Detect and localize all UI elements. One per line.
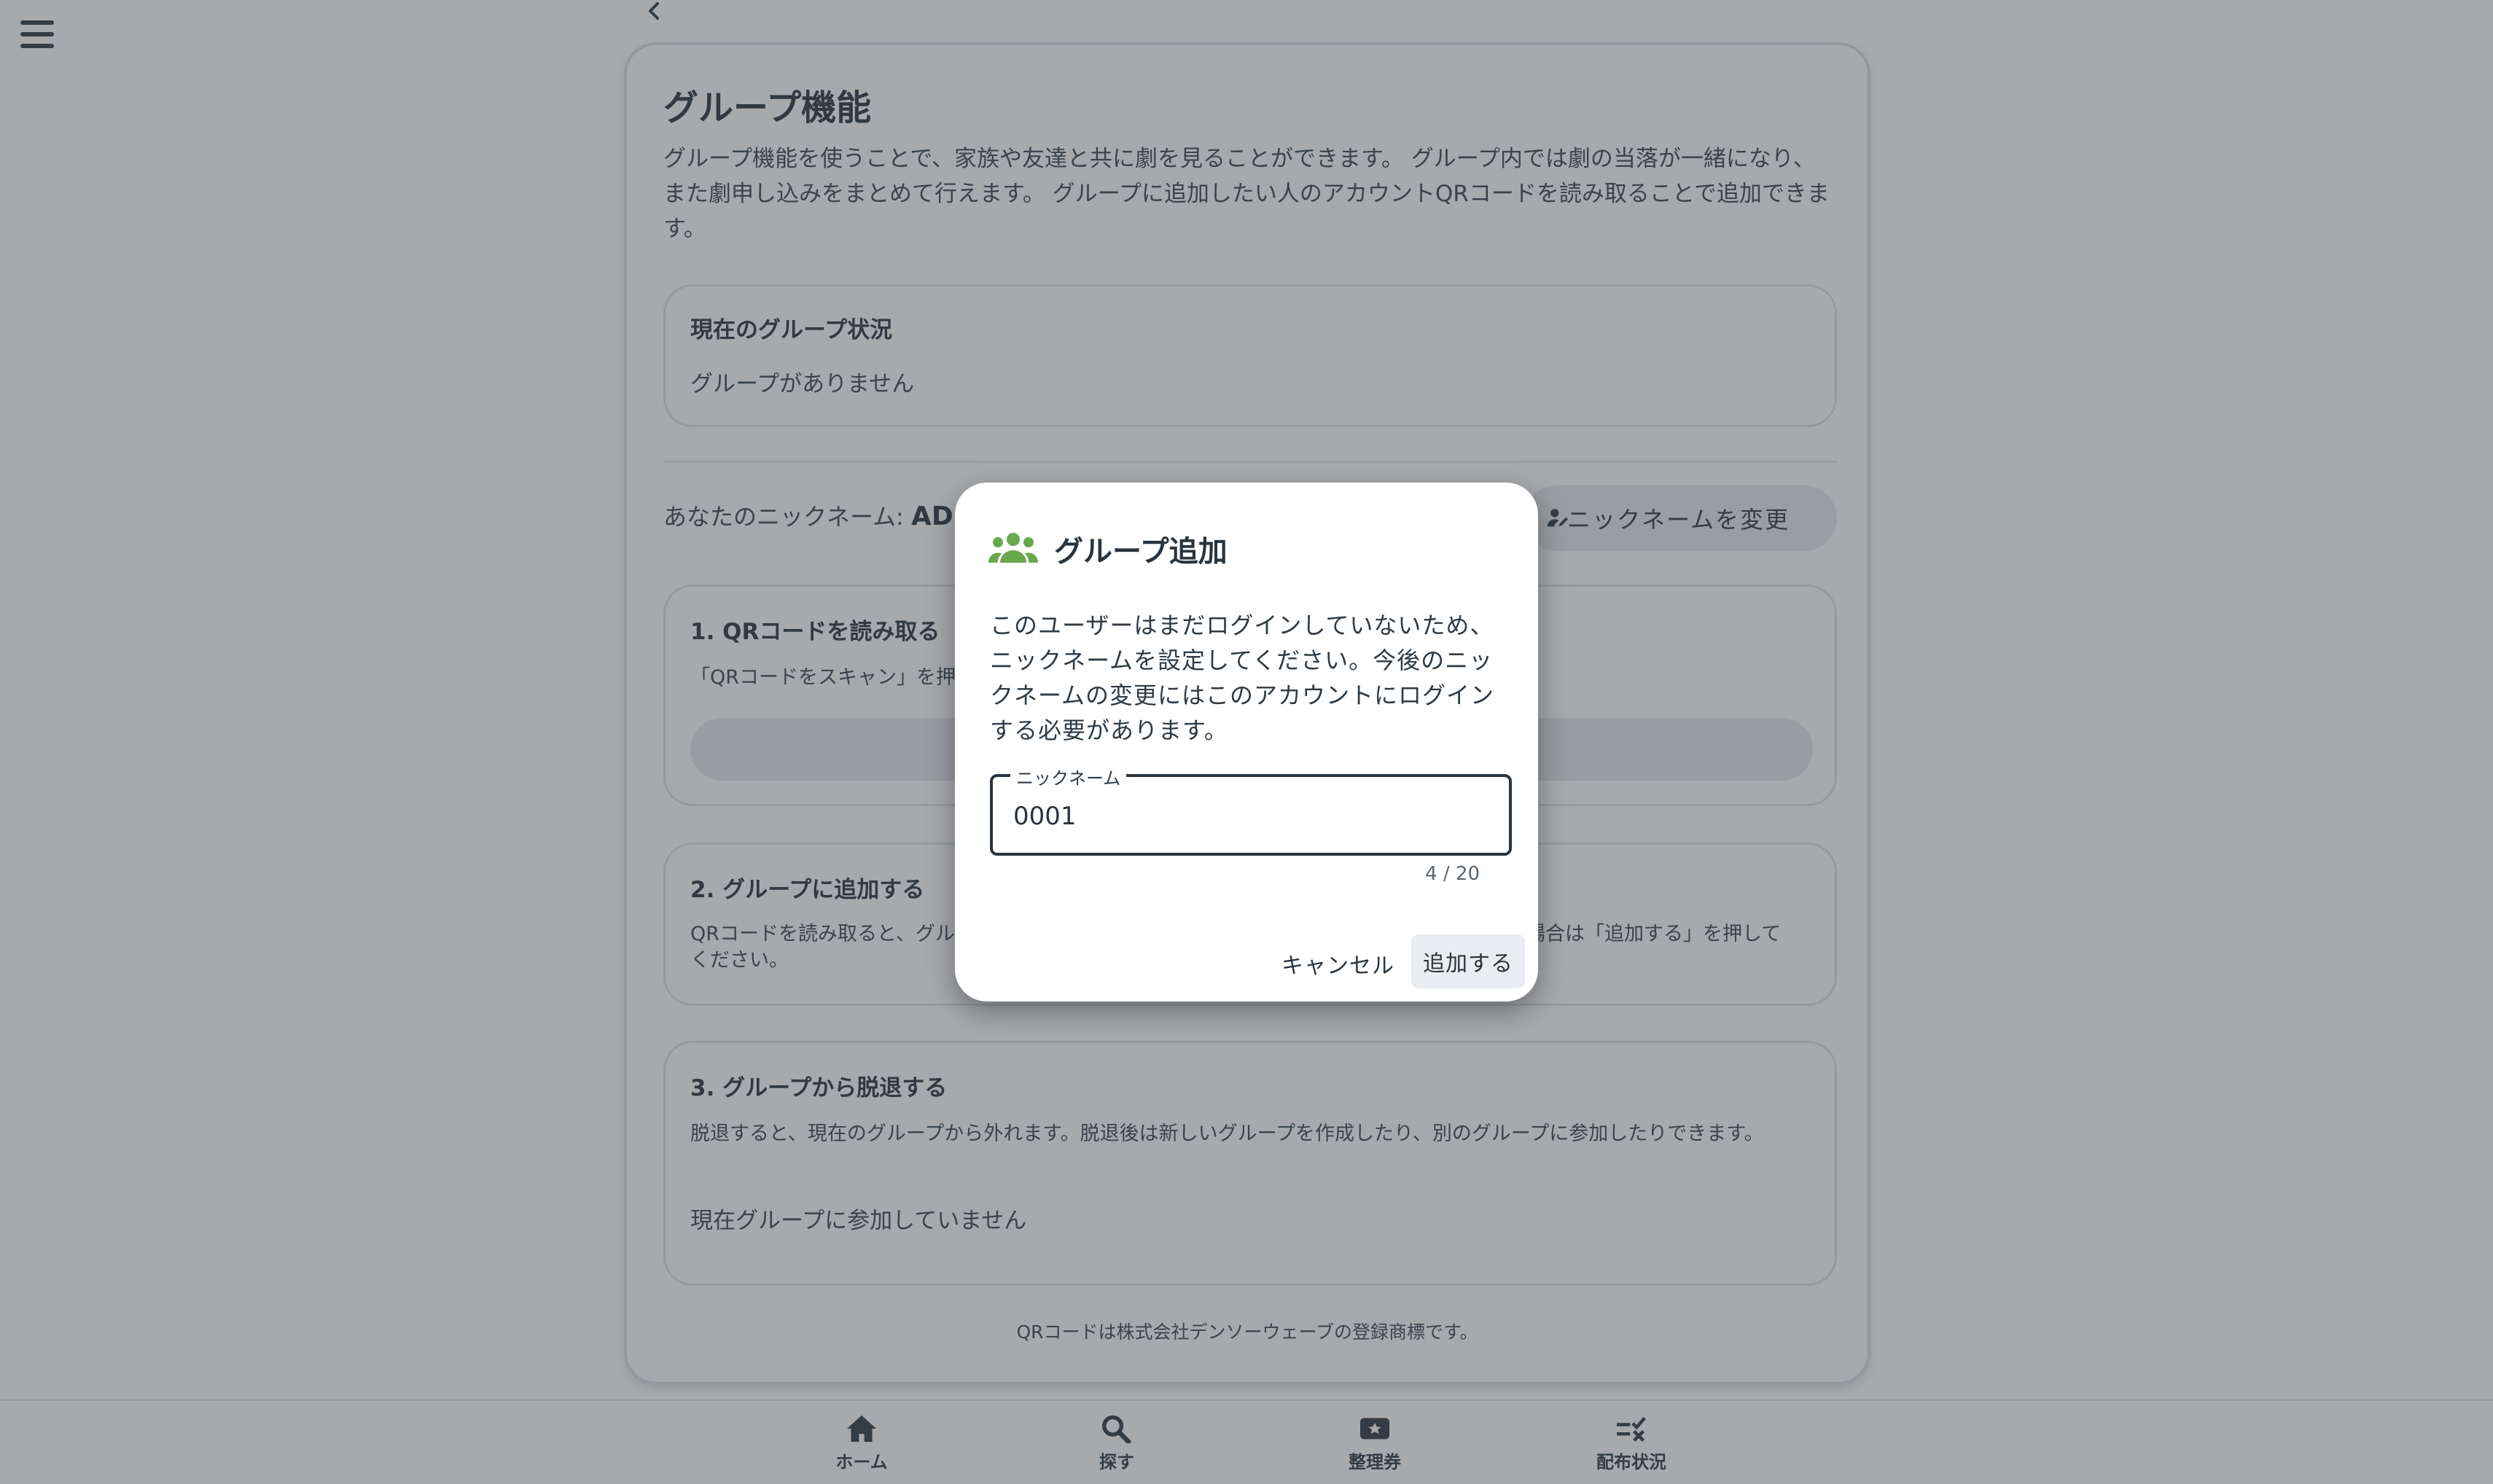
dialog-title: グループ追加 <box>1054 535 1228 569</box>
nickname-field[interactable]: ニックネーム <box>990 764 1512 856</box>
group-icon <box>988 533 1038 563</box>
add-group-dialog: グループ追加 このユーザーはまだログインしていないため、ニックネームを設定してく… <box>955 483 1538 1001</box>
cancel-button[interactable]: キャンセル <box>1268 937 1408 990</box>
add-button[interactable]: 追加する <box>1411 934 1525 988</box>
dialog-message: このユーザーはまだログインしていないため、ニックネームを設定してください。今後の… <box>990 612 1495 744</box>
nickname-input[interactable] <box>1013 799 1494 834</box>
page: グループ機能 グループ機能を使うことで、家族や友達と共に劇を見ることができます。… <box>0 0 2493 1484</box>
nickname-field-label: ニックネーム <box>1010 764 1127 789</box>
character-counter: 4 / 20 <box>1425 863 1480 885</box>
